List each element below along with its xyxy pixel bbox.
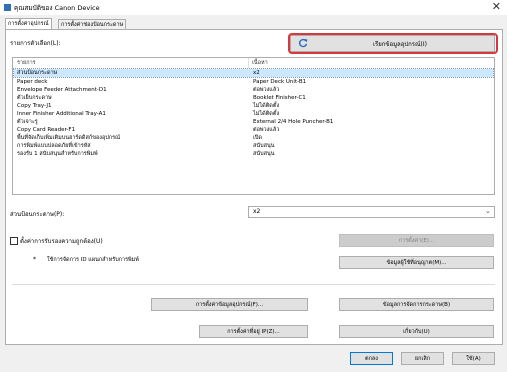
table-row[interactable]: Inner Finisher Additional Tray-A1 ไม่ได้… — [14, 110, 493, 118]
row-item: รองรับ 1 สนับสนุนสำหรับการพิมพ์ — [17, 151, 98, 157]
row-content: x2 — [253, 70, 260, 76]
row-item: พื้นที่จัดเก็บเพิ่มเติมบนฮาร์ดดิสก์ของอุ… — [17, 135, 121, 141]
row-item: ตัวเย็บกระดาษ — [17, 95, 52, 101]
window-title: คุณสมบัติของ Canon Device — [14, 4, 100, 12]
row-item: Paper deck — [17, 79, 48, 85]
row-content: Booklet Finisher-C1 — [253, 95, 306, 101]
column-header-content[interactable]: เนื้อหา — [252, 59, 268, 68]
paper-source-option-label: ส่วนป้อนกระดาษ(P): — [10, 211, 65, 218]
allowed-user-info-label: ข้อมูลผู้ใช้ที่อนุญาต(M)... — [386, 260, 447, 266]
printer-app-icon — [4, 4, 11, 11]
note-bullet: * — [33, 256, 36, 263]
row-item: ส่วนป้อนกระดาษ — [17, 70, 58, 76]
row-content: ไม่ได้ติดตั้ง — [253, 103, 280, 109]
device-info-settings-label: การตั้งค่าข้อมูลอุปกรณ์(F)... — [195, 302, 264, 308]
device-options-table[interactable]: รายการ เนื้อหา ส่วนป้อนกระดาษ x2 Paper d… — [12, 57, 495, 195]
cancel-label: ยกเลิก — [414, 356, 431, 362]
department-id-note: ใช้การจัดการ ID แผนกสำหรับการพิมพ์ — [47, 257, 139, 263]
table-row[interactable]: ตัวเจาะรู External 2/4 Hole Puncher-B1 — [14, 118, 493, 126]
row-content: ต่อพ่วงแล้ว — [253, 87, 280, 93]
row-item: Copy Tray-J1 — [17, 103, 52, 109]
row-item: การพิมพ์แบบปลอดภัยที่เข้ารหัส — [17, 143, 91, 149]
apply-label: ใช้(A) — [466, 356, 481, 362]
authentication-checkbox-label[interactable]: ตั้งค่าการรับรองความถูกต้อง(U) — [20, 236, 103, 246]
table-row[interactable]: Envelope Feeder Attachment-D1 ต่อพ่วงแล้… — [14, 86, 493, 94]
ip-address-settings-label: การตั้งค่าที่อยู่ IP(Z)... — [227, 329, 280, 335]
row-content: ต่อพ่วงแล้ว — [253, 127, 280, 133]
table-row[interactable]: รองรับ 1 สนับสนุนสำหรับการพิมพ์ สนับสนุน — [14, 150, 493, 158]
table-row[interactable]: การพิมพ์แบบปลอดภัยที่เข้ารหัส สนับสนุน — [14, 142, 493, 150]
device-list-label: รายการตัวเลือก(L): — [10, 40, 61, 47]
separator — [12, 284, 495, 285]
authentication-settings-label: การตั้งค่า(E)... — [398, 238, 435, 244]
chevron-down-icon[interactable]: ⌄ — [485, 207, 491, 215]
retrieve-button-highlight — [288, 33, 498, 54]
row-item: Envelope Feeder Attachment-D1 — [17, 87, 107, 93]
table-row[interactable]: Copy Tray-J1 ไม่ได้ติดตั้ง — [14, 102, 493, 110]
row-content: เปิด — [253, 135, 262, 141]
row-content: Paper Deck Unit-B1 — [253, 79, 307, 85]
column-header-item[interactable]: รายการ — [17, 59, 36, 68]
row-content: External 2/4 Hole Puncher-B1 — [253, 119, 334, 125]
row-item: Copy Card Reader-F1 — [17, 127, 76, 133]
paper-management-info-label: ข้อมูลการจัดการกระดาษ(B) — [382, 302, 451, 308]
table-row[interactable]: ตัวเย็บกระดาษ Booklet Finisher-C1 — [14, 94, 493, 102]
paper-source-option-value: x2 — [253, 208, 261, 215]
row-content: ไม่ได้ติดตั้ง — [253, 111, 280, 117]
column-divider — [248, 58, 249, 68]
paper-source-option-select[interactable] — [248, 206, 495, 218]
table-row[interactable]: พื้นที่จัดเก็บเพิ่มเติมบนฮาร์ดดิสก์ของอุ… — [14, 134, 493, 142]
authentication-checkbox[interactable] — [10, 237, 18, 245]
row-content: สนับสนุน — [253, 143, 275, 149]
table-row[interactable]: Paper deck Paper Deck Unit-B1 — [14, 78, 493, 86]
ok-label: ตกลง — [365, 356, 378, 362]
row-content: สนับสนุน — [253, 151, 275, 157]
row-item: ตัวเจาะรู — [17, 119, 38, 125]
table-row[interactable]: Copy Card Reader-F1 ต่อพ่วงแล้ว — [14, 126, 493, 134]
row-item: Inner Finisher Additional Tray-A1 — [17, 111, 106, 117]
table-row[interactable]: ส่วนป้อนกระดาษ x2 — [13, 68, 494, 78]
close-icon[interactable]: ✕ — [492, 1, 501, 13]
about-label: เกี่ยวกับ(U) — [403, 329, 430, 335]
